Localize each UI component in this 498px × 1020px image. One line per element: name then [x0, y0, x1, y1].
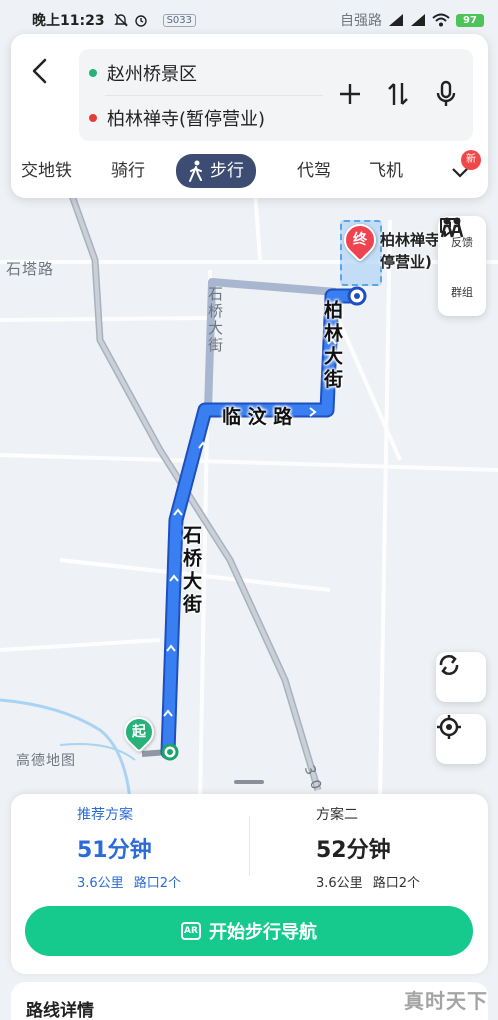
plan-meta: 3.6公里 路口2个 [316, 872, 498, 891]
map-logo: 高德地图 [16, 753, 76, 769]
route-details-title: 路线详情 [26, 1001, 94, 1020]
tab-transit[interactable]: 交地铁 [21, 156, 72, 186]
tab-designated-driver[interactable]: 代驾 [297, 156, 331, 186]
tab-flight[interactable]: 飞机 [369, 156, 403, 186]
swap-icon [388, 83, 408, 105]
group-icon [440, 217, 464, 238]
sheet-drag-handle[interactable] [234, 780, 264, 784]
tab-walking-label: 步行 [210, 161, 244, 181]
locate-button[interactable] [436, 714, 486, 764]
destination-dot [89, 114, 97, 122]
route-actions [337, 77, 459, 111]
plan-crossings: 路口2个 [372, 876, 420, 891]
route-plans-panel: 推荐方案 51分钟 3.6公里 路口2个 方案二 52分钟 3.6公里 路口2个… [11, 794, 488, 974]
plan-meta: 3.6公里 路口2个 [77, 872, 277, 891]
plus-icon [340, 84, 360, 104]
status-time: 晚上11:23 [32, 13, 105, 29]
ar-icon: AR [181, 922, 201, 940]
back-button[interactable] [25, 52, 53, 90]
mute-bell-icon [113, 13, 128, 27]
refresh-icon [439, 655, 459, 675]
start-walking-navigation-label: 开始步行导航 [209, 922, 317, 943]
plan-recommended[interactable]: 推荐方案 51分钟 3.6公里 路口2个 [77, 804, 277, 891]
route-label-linwen-road: 临 汶 路 [222, 406, 293, 428]
route-search-card: 赵州桥景区 柏林禅寺(暂停营业) 交地铁 骑行 步行 代驾 飞机 新 [11, 34, 488, 198]
new-badge: 新 [461, 150, 481, 170]
map-tools-card: 反馈 群组 [438, 216, 486, 316]
group-label: 群组 [451, 286, 473, 299]
voice-input-button[interactable] [433, 77, 459, 111]
map-road-shield: S033 [162, 13, 197, 27]
signal-icon-2 [411, 14, 425, 26]
walking-person-icon [189, 160, 202, 182]
route-inputs: 赵州桥景区 柏林禅寺(暂停营业) [79, 49, 473, 141]
battery-indicator: 97 [456, 13, 484, 27]
alarm-icon [134, 15, 147, 27]
tab-cycling[interactable]: 骑行 [111, 156, 145, 186]
start-walking-navigation-button[interactable]: AR 开始步行导航 [25, 906, 473, 956]
origin-dot [89, 69, 97, 77]
origin-text: 赵州桥景区 [107, 64, 197, 85]
plan-divider [249, 816, 250, 876]
plan-tag: 方案二 [316, 807, 358, 823]
map-label-shita-road: 石塔路 [6, 260, 55, 278]
microphone-icon [436, 80, 456, 106]
tab-walking[interactable]: 步行 [176, 154, 256, 188]
watermark: 真时天下 [404, 989, 488, 1013]
swap-route-button[interactable] [385, 77, 411, 111]
map-label-shiqiao-street: 石桥大街 [206, 286, 224, 354]
start-pin-label: 起 [132, 724, 146, 740]
plan-distance: 3.6公里 [77, 876, 124, 891]
plan-duration: 51分钟 [77, 838, 152, 863]
status-icons: 自强路 97 [340, 10, 484, 30]
route-label-bailin-street: 柏林大街 [321, 300, 343, 392]
signal-icon [389, 14, 403, 26]
destination-field[interactable]: 柏林禅寺(暂停营业) [89, 103, 265, 133]
refresh-route-button[interactable] [436, 652, 486, 702]
wifi-icon [432, 13, 450, 27]
locate-icon [437, 715, 461, 739]
plan-crossings: 路口2个 [133, 876, 181, 891]
plan-distance: 3.6公里 [316, 876, 363, 891]
route-divider [105, 95, 323, 96]
origin-field[interactable]: 赵州桥景区 [89, 58, 197, 88]
destination-text: 柏林禅寺(暂停营业) [107, 109, 266, 130]
destination-pin-label: 终 [353, 232, 367, 248]
plan-tag: 推荐方案 [77, 807, 133, 823]
travel-mode-tabs: 交地铁 骑行 步行 代驾 飞机 新 [11, 150, 488, 190]
map-road-label-top: 自强路 [340, 13, 382, 29]
plan-alternative[interactable]: 方案二 52分钟 3.6公里 路口2个 [316, 804, 498, 891]
plan-duration: 52分钟 [316, 838, 391, 863]
group-button[interactable]: 群组 [438, 217, 486, 316]
add-waypoint-button[interactable] [337, 77, 363, 111]
route-label-shiqiao-street: 石桥大街 [180, 525, 202, 617]
back-arrow-icon [32, 58, 47, 84]
